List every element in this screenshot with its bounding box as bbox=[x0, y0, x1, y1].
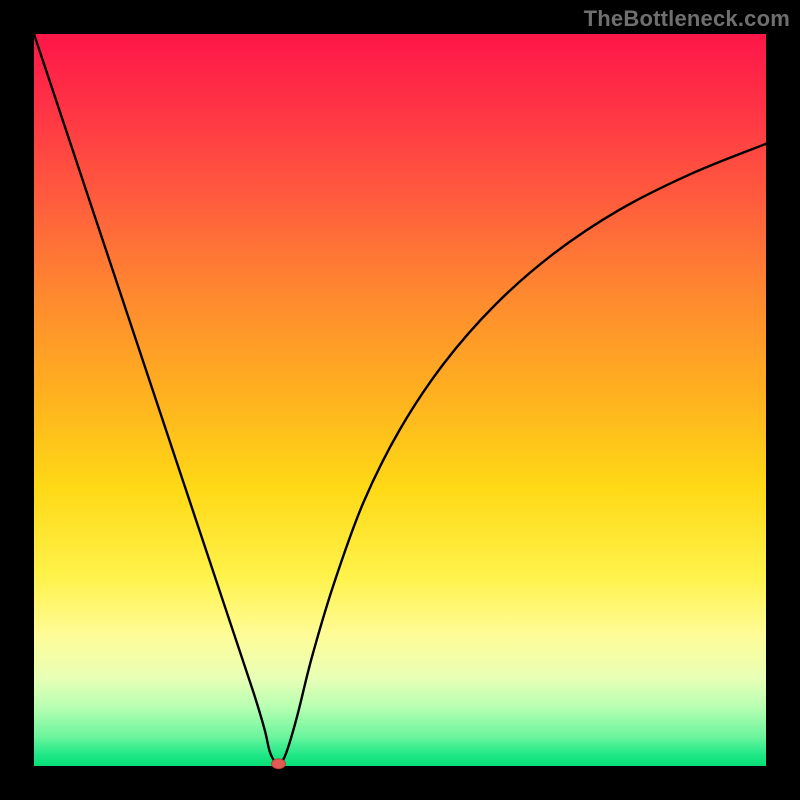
chart-frame: TheBottleneck.com bbox=[0, 0, 800, 800]
watermark-text: TheBottleneck.com bbox=[584, 6, 790, 32]
curve-svg bbox=[34, 34, 766, 766]
plot-area bbox=[34, 34, 766, 766]
bottleneck-curve bbox=[34, 34, 766, 764]
optimal-point-marker bbox=[271, 759, 285, 769]
